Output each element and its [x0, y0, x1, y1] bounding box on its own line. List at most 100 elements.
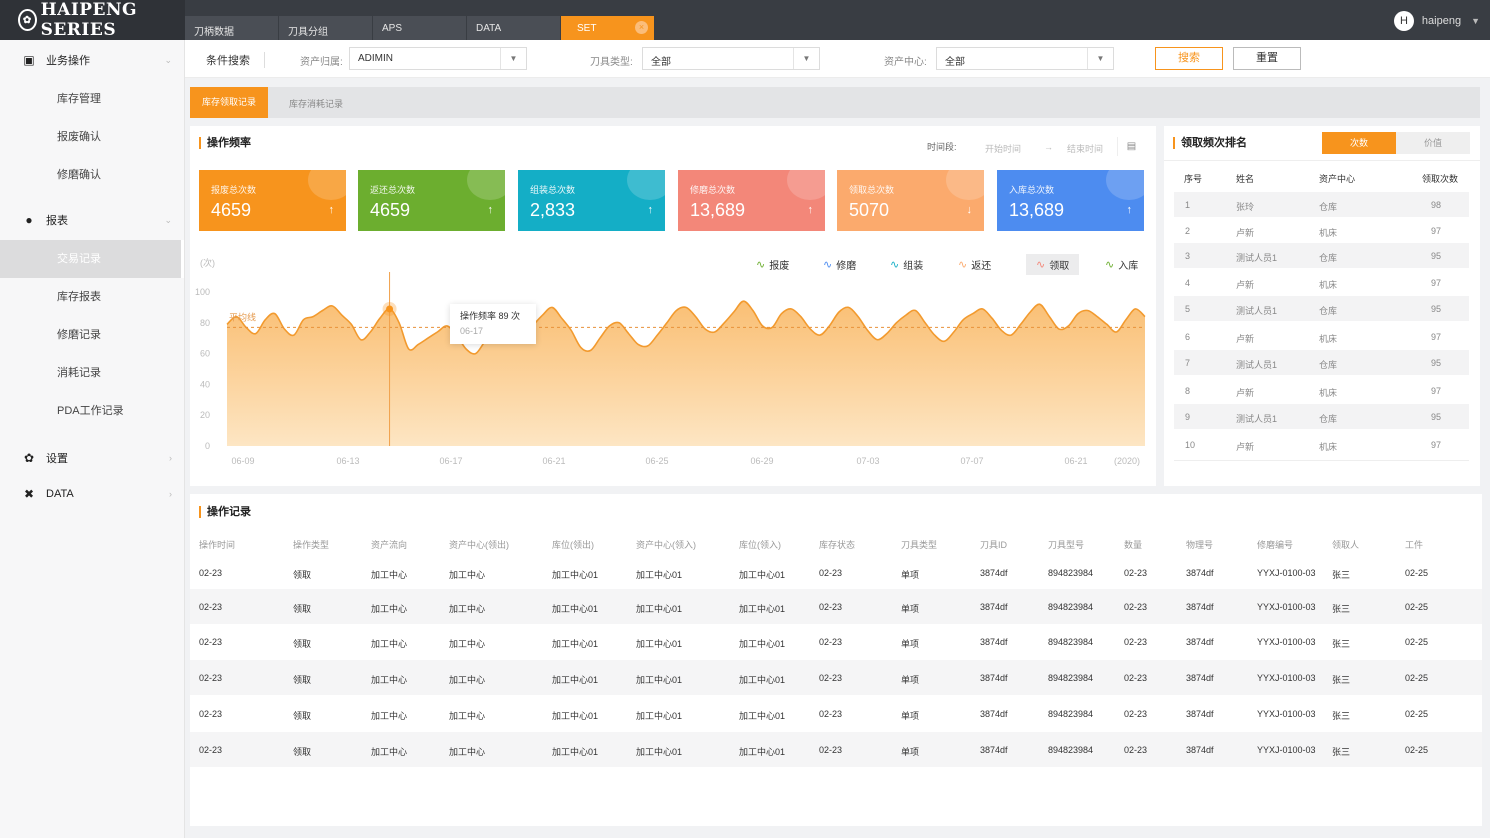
table-cell: 3874df [980, 637, 1008, 647]
sidebar-item-transactions[interactable]: 交易记录 [0, 240, 184, 278]
column-header[interactable]: 数量 [1124, 538, 1142, 551]
rank-row[interactable]: 8 卢新 机床 97 [1174, 378, 1469, 403]
sidebar-item-grind-confirm[interactable]: 修磨确认 [0, 156, 184, 194]
close-icon[interactable]: × [635, 21, 648, 34]
toggle-count[interactable]: 次数 [1322, 132, 1396, 154]
toggle-value[interactable]: 价值 [1396, 132, 1470, 154]
table-cell: 02-23 [1124, 709, 1148, 719]
sidebar-item-pda-records[interactable]: PDA工作记录 [0, 392, 184, 430]
sidebar-group-settings[interactable]: ✿ 设置 › [0, 438, 184, 478]
column-header[interactable]: 领取人 [1332, 538, 1359, 551]
column-header[interactable]: 物理号 [1186, 538, 1213, 551]
rank-row[interactable]: 9 测试人员1 仓库 95 [1174, 404, 1469, 429]
rank-row[interactable]: 10 卢新 机床 97 [1174, 432, 1469, 457]
table-row[interactable]: 02-23 领取 加工中心 加工中心 加工中心01 加工中心01 加工中心01 02-23 单项… [190, 624, 1482, 659]
table-row[interactable]: 02-23 领取 加工中心 加工中心 加工中心01 加工中心01 加工中心01 02-23 单项… [190, 732, 1482, 767]
rank-cell: 测试人员1 [1236, 306, 1278, 316]
end-date-input[interactable]: 结束时间 [1067, 142, 1103, 155]
column-header[interactable]: 库位(领出) [552, 538, 594, 551]
filter-title: 条件搜索 [206, 52, 265, 68]
rank-cell: 机床 [1319, 388, 1338, 398]
reset-button[interactable]: 重置 [1233, 47, 1301, 70]
rank-row[interactable]: 6 卢新 机床 97 [1174, 324, 1469, 349]
top-bar: ✿ HAIPENG SERIES 刀柄数据 刀具分组 APS DATA SET × … [0, 0, 1490, 40]
column-header[interactable]: 刀具ID [980, 538, 1007, 551]
table-row[interactable]: 02-23 领取 加工中心 加工中心 加工中心01 加工中心01 加工中心01 02-23 单项… [190, 589, 1482, 624]
column-header[interactable]: 资产流向 [371, 538, 407, 551]
legend-grind[interactable]: ∿ 修磨 [823, 257, 856, 272]
stat-card-assemble[interactable]: 组装总次数 2,833 ↑ [518, 170, 665, 231]
rank-row[interactable]: 5 测试人员1 仓库 95 [1174, 296, 1469, 321]
rank-row[interactable]: 4 卢新 机床 97 [1174, 270, 1469, 295]
owner-select[interactable]: ADIMIN ▼ [349, 47, 527, 70]
sidebar-item-grind-records[interactable]: 修磨记录 [0, 316, 184, 354]
table-cell: 02-23 [819, 568, 843, 578]
calendar-icon[interactable]: ▤ [1117, 137, 1145, 156]
sidebar-group-report[interactable]: ● 报表 ⌄ [0, 200, 184, 240]
sidebar-item-consume-records[interactable]: 消耗记录 [0, 354, 184, 392]
column-header[interactable]: 资产中心(领出) [449, 538, 509, 551]
legend-scrap[interactable]: ∿ 报废 [756, 257, 789, 272]
column-header[interactable]: 刀具型号 [1048, 538, 1084, 551]
y-axis-label: (次) [200, 257, 215, 268]
legend-return[interactable]: ∿ 返还 [958, 257, 991, 272]
tab-set[interactable]: SET × [561, 16, 655, 40]
column-header[interactable]: 操作时间 [199, 538, 235, 551]
table-cell: 张三 [1332, 675, 1351, 685]
stat-card-stock-in[interactable]: 入库总次数 13,689 ↑ [997, 170, 1144, 231]
rank-row[interactable]: 3 测试人员1 仓库 95 [1174, 243, 1469, 268]
tab-handle-data[interactable]: 刀柄数据 [185, 16, 279, 40]
column-header[interactable]: 资产中心(领入) [636, 538, 696, 551]
stat-card-grind[interactable]: 修磨总次数 13,689 ↑ [678, 170, 825, 231]
legend-stock-in[interactable]: ∿ 入库 [1105, 257, 1138, 272]
table-cell: 02-23 [1124, 745, 1148, 755]
legend-assemble[interactable]: ∿ 组装 [890, 257, 923, 272]
sidebar-item-scrap-confirm[interactable]: 报废确认 [0, 118, 184, 156]
data-icon: ✖ [23, 487, 35, 501]
table-cell: 3874df [980, 745, 1008, 755]
subtab-consume-records[interactable]: 库存消耗记录 [277, 91, 355, 118]
center-select[interactable]: 全部 ▼ [936, 47, 1114, 70]
stat-card-receive[interactable]: 领取总次数 5070 ↓ [837, 170, 984, 231]
subtab-receive-records[interactable]: 库存领取记录 [190, 87, 269, 118]
table-cell: YYXJ-0100-03 [1257, 602, 1316, 612]
stat-label: 修磨总次数 [690, 185, 736, 195]
tab-data[interactable]: DATA [467, 16, 561, 40]
search-button[interactable]: 搜索 [1155, 47, 1223, 70]
column-header[interactable]: 刀具类型 [901, 538, 937, 551]
table-cell: 张三 [1332, 570, 1351, 580]
column-header[interactable]: 库位(领入) [739, 538, 781, 551]
line-icon: ∿ [890, 259, 900, 271]
column-header[interactable]: 库存状态 [819, 538, 855, 551]
stat-value: 4659 [211, 200, 252, 220]
sidebar-item-inventory[interactable]: 库存管理 [0, 80, 184, 118]
sidebar-item-stock-report[interactable]: 库存报表 [0, 278, 184, 316]
tooltype-select[interactable]: 全部 ▼ [642, 47, 820, 70]
column-header[interactable]: 操作类型 [293, 538, 329, 551]
table-cell: 02-23 [199, 709, 223, 719]
rank-cell: 卢新 [1236, 334, 1255, 344]
rank-row[interactable]: 7 测试人员1 仓库 95 [1174, 350, 1469, 375]
sidebar-group-data[interactable]: ✖ DATA › [0, 478, 184, 510]
column-header[interactable]: 修磨编号 [1257, 538, 1293, 551]
sidebar-group-business[interactable]: ▣ 业务操作 ⌄ [0, 40, 184, 80]
logo[interactable]: ✿ HAIPENG SERIES [0, 0, 185, 40]
legend-receive[interactable]: ∿ 领取 [1026, 254, 1080, 275]
user-menu[interactable]: H haipeng ▼ [1393, 10, 1480, 32]
table-cell: 3874df [1186, 745, 1214, 755]
tab-aps[interactable]: APS [373, 16, 467, 40]
start-date-input[interactable]: 开始时间 [985, 142, 1021, 155]
column-header[interactable]: 工件 [1405, 538, 1423, 551]
tab-tool-group[interactable]: 刀具分组 [279, 16, 373, 40]
y-tick-label: 100 [195, 287, 210, 297]
average-label: 平均线 [229, 311, 256, 322]
table-row[interactable]: 02-23 领取 加工中心 加工中心 加工中心01 加工中心01 加工中心01 02-23 单项… [190, 696, 1482, 731]
rank-cell: 机床 [1319, 442, 1338, 452]
rank-row[interactable]: 1 张玲 仓库 98 [1174, 192, 1469, 217]
stat-card-return[interactable]: 返还总次数 4659 ↑ [358, 170, 505, 231]
table-row[interactable]: 02-23 领取 加工中心 加工中心 加工中心01 加工中心01 加工中心01 02-23 单项… [190, 555, 1482, 590]
table-row[interactable]: 02-23 领取 加工中心 加工中心 加工中心01 加工中心01 加工中心01 02-23 单项… [190, 660, 1482, 695]
rank-row[interactable]: 2 卢新 机床 97 [1174, 218, 1469, 243]
date-range-picker[interactable]: 开始时间 → 结束时间 ▤ [966, 133, 1146, 158]
stat-card-scrap[interactable]: 报废总次数 4659 ↑ [199, 170, 346, 231]
